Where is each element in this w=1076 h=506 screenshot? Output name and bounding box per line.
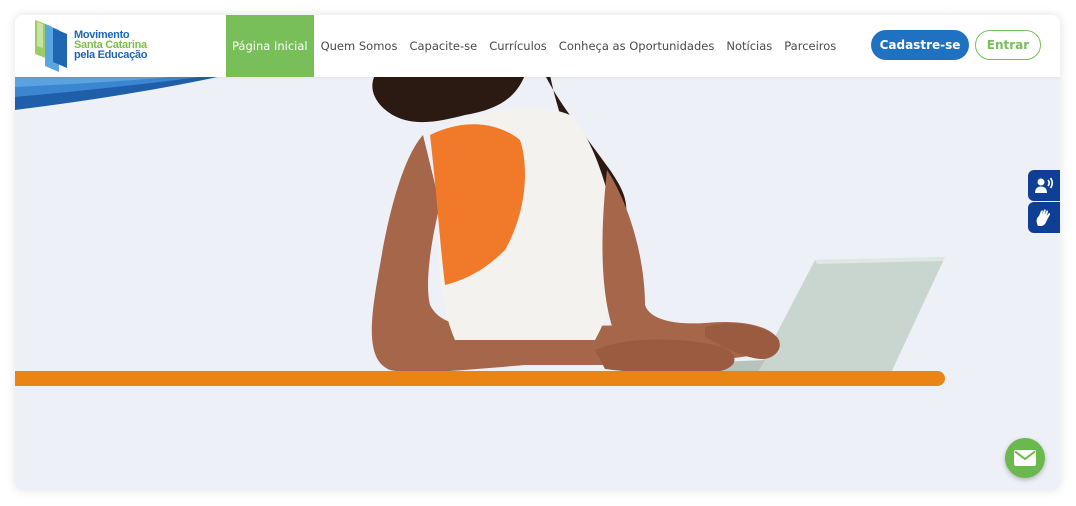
sign-language-icon <box>1036 208 1051 226</box>
mail-icon <box>1014 450 1036 466</box>
logo-mark-icon <box>35 20 67 72</box>
sign-language-button[interactable] <box>1028 202 1060 233</box>
nav-item-oportunidades[interactable]: Conheça as Oportunidades <box>559 15 715 77</box>
nav-item-capacite-se[interactable]: Capacite-se <box>409 15 477 77</box>
nav-item-pagina-inicial[interactable]: Página Inicial <box>226 15 314 77</box>
entrar-button[interactable]: Entrar <box>975 30 1041 60</box>
logo-text: Movimento Santa Catarina pela Educação <box>74 30 148 61</box>
logo[interactable]: Movimento Santa Catarina pela Educação <box>33 18 163 74</box>
main-nav: Página Inicial Quem Somos Capacite-se Cu… <box>226 15 848 77</box>
nav-item-curriculos[interactable]: Currículos <box>489 15 547 77</box>
page-frame: Movimento Santa Catarina pela Educação P… <box>15 15 1060 490</box>
nav-item-parceiros[interactable]: Parceiros <box>784 15 836 77</box>
hero-banner <box>15 15 1060 490</box>
logo-line-3: pela Educação <box>74 49 148 61</box>
decorative-wave <box>15 75 227 110</box>
audio-reader-icon <box>1035 177 1054 193</box>
cadastre-se-button[interactable]: Cadastre-se <box>871 30 969 60</box>
contact-mail-button[interactable] <box>1005 438 1045 478</box>
nav-item-noticias[interactable]: Notícias <box>726 15 772 77</box>
woman-with-laptop-photo <box>371 75 945 375</box>
site-header: Movimento Santa Catarina pela Educação P… <box>15 15 1060 77</box>
audio-reader-button[interactable] <box>1028 170 1060 201</box>
nav-item-quem-somos[interactable]: Quem Somos <box>321 15 398 77</box>
orange-accent-bar <box>15 371 945 386</box>
